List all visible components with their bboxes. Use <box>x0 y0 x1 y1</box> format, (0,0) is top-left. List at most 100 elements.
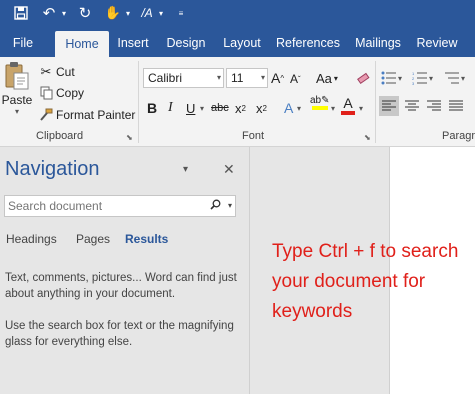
grow-font-button[interactable]: A ^ <box>271 68 284 88</box>
multilevel-list-icon <box>445 72 459 84</box>
multilevel-list-button[interactable]: ▾ <box>444 68 465 88</box>
group-divider <box>375 61 376 143</box>
bold-button[interactable]: B <box>147 98 157 118</box>
font-size-value: 11 <box>231 71 244 85</box>
text-effects-dropdown-icon[interactable]: ▾ <box>297 98 301 118</box>
help-text-search: Use the search box for text or the magni… <box>5 320 234 348</box>
annotation-callout: Type Ctrl + f to search your document fo… <box>272 241 459 322</box>
align-left-icon <box>382 100 396 111</box>
navigation-pane: Navigation ▾ ✕ ▾ Headings Pages Results … <box>0 147 250 394</box>
ribbon-tabs: File Home Insert Design Layout Reference… <box>0 29 475 57</box>
underline-button[interactable]: U <box>186 98 195 118</box>
tab-mailings[interactable]: Mailings <box>350 29 406 57</box>
close-icon[interactable]: ✕ <box>223 161 235 178</box>
format-painter-label: Format Painter <box>56 108 136 122</box>
font-launcher-icon[interactable]: ⬊ <box>364 133 371 142</box>
highlighter-icon: ab✎ <box>310 95 330 106</box>
tab-insert[interactable]: Insert <box>112 29 154 57</box>
format-icon[interactable]: /A <box>138 4 156 22</box>
pane-options-icon[interactable]: ▾ <box>183 164 188 175</box>
change-case-label: Aa <box>316 70 332 86</box>
font-name-value: Calibri <box>148 71 183 85</box>
svg-text:3: 3 <box>412 81 415 85</box>
tab-design[interactable]: Design <box>162 29 210 57</box>
search-input[interactable] <box>5 196 201 216</box>
font-group-label: Font <box>242 130 265 142</box>
font-size-dropdown-icon[interactable]: ▾ <box>261 69 265 87</box>
customize-icon[interactable]: ≡ <box>176 4 186 22</box>
numbering-button[interactable]: 123 ▾ <box>412 68 433 88</box>
tab-home[interactable]: Home <box>55 31 109 57</box>
text-effects-button[interactable]: A <box>284 98 293 118</box>
clipboard-icon <box>4 61 30 91</box>
touch-mode-icon[interactable]: ✋ <box>104 4 122 22</box>
paintbrush-icon <box>38 108 54 122</box>
bullets-button[interactable]: ▾ <box>381 68 402 88</box>
highlight-button[interactable]: ab✎ <box>310 95 330 119</box>
numbering-dropdown-icon: ▾ <box>429 73 434 83</box>
align-left-button[interactable] <box>379 96 399 116</box>
tab-references[interactable]: References <box>274 29 342 57</box>
copy-button[interactable]: Copy <box>38 84 84 102</box>
help-text-find: Text, comments, pictures... Word can fin… <box>5 272 237 300</box>
undo-dropdown-icon[interactable]: ▾ <box>59 4 69 22</box>
align-center-icon <box>405 100 419 111</box>
highlight-color-swatch <box>311 106 328 110</box>
clipboard-group-label: Clipboard <box>36 130 84 142</box>
undo-icon[interactable]: ↶ <box>40 4 58 22</box>
save-icon[interactable] <box>12 4 30 22</box>
underline-dropdown-icon[interactable]: ▾ <box>200 98 204 118</box>
justify-button[interactable] <box>446 96 466 116</box>
change-case-button[interactable]: Aa ▾ <box>316 68 338 88</box>
copy-icon <box>38 86 54 100</box>
group-divider <box>138 61 139 143</box>
tab-review[interactable]: Review <box>414 29 460 57</box>
italic-button[interactable]: I <box>168 98 173 118</box>
font-color-swatch <box>341 111 355 115</box>
format-dropdown-icon[interactable]: ▾ <box>156 4 166 22</box>
justify-icon <box>449 100 463 111</box>
paste-button[interactable]: Paste ▾ <box>2 61 32 125</box>
tab-layout[interactable]: Layout <box>219 29 265 57</box>
redo-icon[interactable]: ↻ <box>76 4 94 22</box>
font-size-combo[interactable]: 11 ▾ <box>226 68 268 88</box>
nav-tab-headings[interactable]: Headings <box>6 232 57 246</box>
strikethrough-button[interactable]: abc <box>211 98 229 118</box>
shrink-font-button[interactable]: Aˇ <box>290 69 301 89</box>
superscript-button[interactable]: x2 <box>256 98 267 118</box>
paragraph-group-label: Paragra <box>442 130 475 142</box>
highlight-dropdown-icon[interactable]: ▾ <box>331 98 335 118</box>
cut-label: Cut <box>56 65 75 79</box>
font-color-dropdown-icon[interactable]: ▾ <box>359 98 363 118</box>
search-box[interactable]: ▾ <box>4 195 236 217</box>
align-right-button[interactable] <box>424 96 444 116</box>
navigation-title: Navigation <box>5 158 100 180</box>
nav-tab-results[interactable]: Results <box>125 232 168 246</box>
tab-file[interactable]: File <box>4 29 42 57</box>
clipboard-launcher-icon[interactable]: ⬊ <box>126 133 133 142</box>
touch-mode-dropdown-icon[interactable]: ▾ <box>123 4 133 22</box>
font-name-combo[interactable]: Calibri ▾ <box>143 68 224 88</box>
font-color-icon: A <box>343 95 353 111</box>
nav-tab-pages[interactable]: Pages <box>76 232 110 246</box>
ribbon: Paste ▾ ✂ Cut Copy Format Painter Clipbo… <box>0 57 475 147</box>
eraser-icon <box>356 71 370 85</box>
align-right-icon <box>427 100 441 111</box>
copy-label: Copy <box>56 86 85 100</box>
bullets-dropdown-icon: ▾ <box>398 73 403 83</box>
font-name-dropdown-icon[interactable]: ▾ <box>217 69 221 87</box>
clear-formatting-button[interactable] <box>356 68 370 88</box>
subscript-button[interactable]: x2 <box>235 98 246 118</box>
magnifying-glass-icon[interactable] <box>210 199 221 213</box>
cut-button[interactable]: ✂ Cut <box>38 63 75 81</box>
format-painter-button[interactable]: Format Painter <box>38 106 135 124</box>
paste-dropdown-icon[interactable]: ▾ <box>15 107 19 116</box>
bullets-icon <box>381 71 396 85</box>
paste-label: Paste <box>1 93 33 107</box>
align-center-button[interactable] <box>402 96 422 116</box>
scissors-icon: ✂ <box>40 64 52 79</box>
search-dropdown-icon[interactable]: ▾ <box>228 201 232 210</box>
multilevel-list-dropdown-icon: ▾ <box>461 73 466 83</box>
font-color-button[interactable]: A <box>341 95 355 119</box>
numbering-icon: 123 <box>412 71 427 85</box>
